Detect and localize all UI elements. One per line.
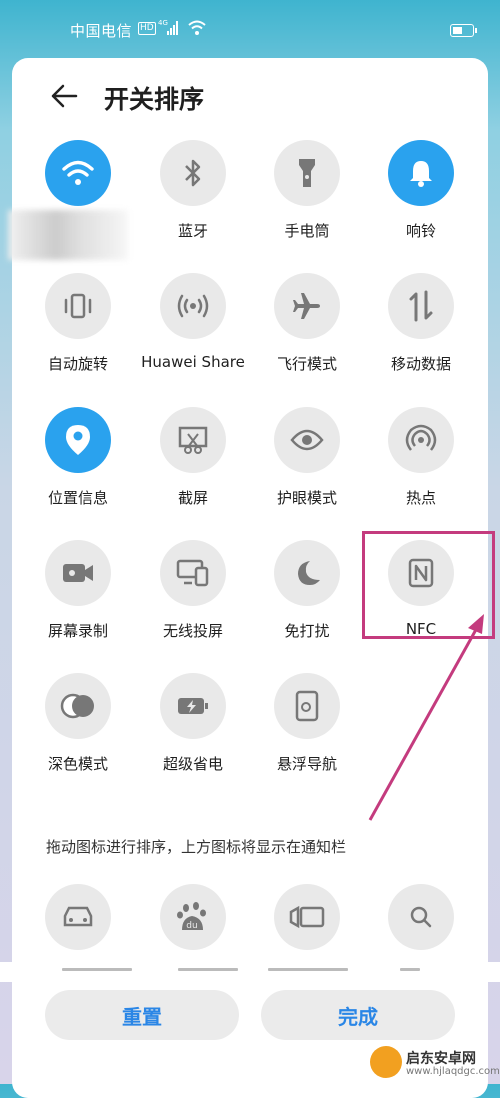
switch-tile-label: 护眼模式	[276, 489, 337, 507]
car-icon[interactable]	[45, 884, 111, 950]
hidden-switch-tile[interactable]	[252, 884, 362, 1004]
battery-saver-icon[interactable]	[160, 673, 226, 739]
auto-rotate-icon[interactable]	[45, 273, 111, 339]
switch-tile[interactable]: 屏幕录制	[23, 540, 133, 660]
switch-tile[interactable]: 热点	[366, 407, 476, 527]
flashlight-icon[interactable]	[274, 140, 340, 206]
switch-tile[interactable]: 护眼模式	[252, 407, 362, 527]
annotation-arrow	[368, 614, 484, 821]
switch-tile-label: 悬浮导航	[276, 755, 337, 773]
hidden-switch-tile[interactable]	[366, 884, 476, 1004]
site-watermark: 启东安卓网 www.hjlaqdgc.com	[370, 1046, 500, 1080]
dark-mode-icon[interactable]	[45, 673, 111, 739]
page-title: 开关排序	[104, 85, 205, 114]
watermark-name: 启东安卓网	[406, 1051, 476, 1067]
video-icon[interactable]	[274, 884, 340, 950]
location-icon[interactable]	[45, 407, 111, 473]
switch-tile-label: 位置信息	[47, 489, 108, 507]
floating-nav-icon[interactable]	[274, 673, 340, 739]
switch-tile[interactable]: Huawei Share	[138, 273, 248, 393]
switch-tile-label: 超级省电	[162, 755, 223, 773]
watermark-url: www.hjlaqdgc.com	[406, 1066, 500, 1077]
mobile-data-icon[interactable]	[388, 273, 454, 339]
switch-tile[interactable]: 截屏	[138, 407, 248, 527]
cut-labels	[0, 962, 500, 982]
switch-tile-label: 移动数据	[390, 355, 451, 373]
search-icon[interactable]	[388, 884, 454, 950]
switch-tile[interactable]: 超级省电	[138, 673, 248, 793]
arrow-left-icon[interactable]	[50, 82, 78, 110]
switch-tile[interactable]: 免打扰	[252, 540, 362, 660]
switch-tile-label: 手电筒	[284, 222, 330, 240]
switch-tile[interactable]: 自动旋转	[23, 273, 133, 393]
carrier-name: 中国电信	[70, 22, 133, 40]
switch-tile[interactable]: 悬浮导航	[252, 673, 362, 793]
switch-tile[interactable]: 蓝牙	[138, 140, 248, 260]
blurred-wifi-name	[8, 210, 128, 260]
battery-icon	[450, 24, 477, 37]
switch-tile-label: 热点	[405, 489, 436, 507]
bluetooth-icon[interactable]	[160, 140, 226, 206]
eye-icon[interactable]	[274, 407, 340, 473]
switch-tile-label: 无线投屏	[162, 622, 223, 640]
switch-tile-label: Huawei Share	[141, 353, 245, 371]
switch-tile[interactable]: 飞行模式	[252, 273, 362, 393]
hidden-switch-tile[interactable]	[23, 884, 133, 1004]
switch-tile-label: 截屏	[177, 489, 208, 507]
status-bar: 中国电信 HD 4G	[0, 0, 500, 60]
wireless-projection-icon[interactable]	[160, 540, 226, 606]
hd-badge: HD	[138, 22, 156, 35]
watermark-logo-icon	[370, 1046, 402, 1078]
signal-icon: 4G	[158, 19, 178, 35]
screenshot-icon[interactable]	[160, 407, 226, 473]
switch-tile-label: 自动旋转	[47, 355, 108, 373]
switch-tile-label: 深色模式	[47, 755, 108, 773]
hidden-switch-tile[interactable]: du	[138, 884, 248, 1004]
sort-hint: 拖动图标进行排序，上方图标将显示在通知栏	[46, 838, 347, 856]
reset-button[interactable]: 重置	[45, 990, 239, 1040]
switch-tile[interactable]: 响铃	[366, 140, 476, 260]
switch-tile[interactable]: 手电筒	[252, 140, 362, 260]
screen-record-icon[interactable]	[45, 540, 111, 606]
svg-text:du: du	[186, 921, 197, 931]
huawei-share-icon[interactable]	[160, 273, 226, 339]
moon-icon[interactable]	[274, 540, 340, 606]
switch-tile-label: 屏幕录制	[47, 622, 108, 640]
switch-tile[interactable]: 移动数据	[366, 273, 476, 393]
svg-text:4G: 4G	[158, 19, 168, 27]
done-button[interactable]: 完成	[261, 990, 455, 1040]
switch-tile-label: 蓝牙	[177, 222, 208, 240]
wifi-status-icon	[188, 20, 206, 35]
switch-tile[interactable]: 位置信息	[23, 407, 133, 527]
wifi-icon[interactable]	[45, 140, 111, 206]
switch-tile[interactable]: 深色模式	[23, 673, 133, 793]
switch-tile-label: 响铃	[405, 222, 436, 240]
baidu-icon[interactable]: du	[160, 884, 226, 950]
bell-icon[interactable]	[388, 140, 454, 206]
switch-tile[interactable]: 无线投屏	[138, 540, 248, 660]
hotspot-icon[interactable]	[388, 407, 454, 473]
switch-tile-label: 免打扰	[284, 622, 330, 640]
switch-tile-label: 飞行模式	[276, 355, 337, 373]
airplane-icon[interactable]	[274, 273, 340, 339]
